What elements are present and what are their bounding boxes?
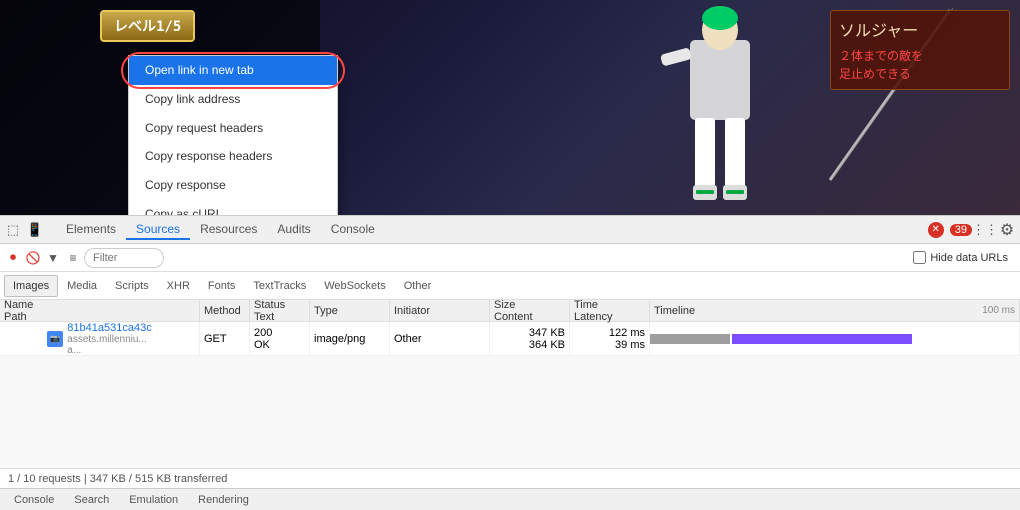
- col-name[interactable]: NamePath: [0, 300, 200, 321]
- soldier-card: ソルジャー ２体までの敵を 足止めできる: [830, 10, 1010, 90]
- timeline-scale: 100 ms: [982, 305, 1015, 316]
- cell-timeline: [650, 322, 1020, 355]
- hide-urls-label: Hide data URLs: [930, 252, 1008, 264]
- filter-tabs: Images Media Scripts XHR Fonts TextTrack…: [0, 272, 1020, 300]
- status-code: 200: [254, 327, 305, 339]
- context-menu-copy-link[interactable]: Copy link address: [129, 85, 337, 114]
- filter-other[interactable]: Other: [395, 275, 441, 297]
- cell-time: 122 ms 39 ms: [570, 322, 650, 355]
- devtools-panel: ⬚ 📱 Elements Sources Resources Audits Co…: [0, 215, 1020, 510]
- tab-sources[interactable]: Sources: [126, 220, 190, 240]
- context-menu-copy-resp-headers[interactable]: Copy response headers: [129, 142, 337, 171]
- col-size[interactable]: SizeContent: [490, 300, 570, 321]
- latency-value: 39 ms: [574, 339, 645, 351]
- filter-media[interactable]: Media: [58, 275, 106, 297]
- dock-icon[interactable]: ⋮⋮: [976, 221, 994, 239]
- filter-images[interactable]: Images: [4, 275, 58, 297]
- network-toolbar: ⏺ 🚫 ▼ ≡ Hide data URLs: [0, 244, 1020, 272]
- search-input[interactable]: [84, 248, 164, 268]
- filter-scripts[interactable]: Scripts: [106, 275, 158, 297]
- devtools-toolbar: ⬚ 📱 Elements Sources Resources Audits Co…: [0, 216, 1020, 244]
- hide-urls-section: Hide data URLs: [913, 251, 1008, 264]
- file-path: assets.millenniu...: [67, 334, 151, 345]
- status-text: 1 / 10 requests | 347 KB / 515 KB transf…: [8, 473, 227, 485]
- error-count-badge: 39: [950, 224, 972, 236]
- tab-console[interactable]: Console: [321, 220, 385, 240]
- filter-fonts[interactable]: Fonts: [199, 275, 245, 297]
- col-time[interactable]: TimeLatency: [570, 300, 650, 321]
- time-value: 122 ms: [574, 327, 645, 339]
- bottom-tab-rendering[interactable]: Rendering: [188, 492, 259, 508]
- col-method[interactable]: Method: [200, 300, 250, 321]
- tab-elements[interactable]: Elements: [56, 220, 126, 240]
- context-menu-copy-response[interactable]: Copy response: [129, 171, 337, 200]
- file-extra: a...: [67, 345, 151, 356]
- context-menu-open-new-tab[interactable]: Open link in new tab: [129, 56, 337, 85]
- filter-texttracks[interactable]: TextTracks: [244, 275, 315, 297]
- filter-websockets[interactable]: WebSockets: [315, 275, 395, 297]
- context-menu: Open link in new tab Copy link address C…: [128, 55, 338, 215]
- content-value: 364 KB: [494, 339, 565, 351]
- soldier-desc: ２体までの敵を 足止めできる: [839, 47, 1001, 83]
- settings-icon[interactable]: ⚙: [998, 221, 1016, 239]
- mobile-icon[interactable]: 📱: [26, 221, 44, 239]
- cell-initiator: Other: [390, 322, 490, 355]
- col-status[interactable]: StatusText: [250, 300, 310, 321]
- timeline-waiting-bar: [650, 334, 730, 344]
- col-type[interactable]: Type: [310, 300, 390, 321]
- clear-button[interactable]: 🚫: [24, 249, 42, 267]
- level-badge: レベル1/5: [100, 10, 195, 42]
- timeline-receiving-bar: [732, 334, 912, 344]
- error-indicator: ✕: [928, 222, 944, 238]
- record-button[interactable]: ⏺: [4, 249, 22, 267]
- cell-status: 200 OK: [250, 322, 310, 355]
- bottom-tab-emulation[interactable]: Emulation: [119, 492, 188, 508]
- table-row[interactable]: 📷 81b41a531ca43c assets.millenniu... a..…: [0, 322, 1020, 356]
- file-icon: 📷: [47, 331, 63, 347]
- hide-urls-checkbox[interactable]: [913, 251, 926, 264]
- tab-resources[interactable]: Resources: [190, 220, 267, 240]
- status-bar: 1 / 10 requests | 347 KB / 515 KB transf…: [0, 468, 1020, 488]
- cell-size: 347 KB 364 KB: [490, 322, 570, 355]
- bottom-tab-search[interactable]: Search: [64, 492, 119, 508]
- filter-icon[interactable]: ▼: [44, 249, 62, 267]
- cell-type: image/png: [310, 322, 390, 355]
- soldier-title: ソルジャー: [839, 17, 1001, 41]
- status-text: OK: [254, 339, 305, 351]
- devtools-tabs: Elements Sources Resources Audits Consol…: [56, 220, 385, 240]
- bottom-tab-console[interactable]: Console: [4, 492, 64, 508]
- col-initiator[interactable]: Initiator: [390, 300, 490, 321]
- filter-xhr[interactable]: XHR: [158, 275, 199, 297]
- col-timeline[interactable]: Timeline 100 ms: [650, 300, 1020, 321]
- bottom-tabs: Console Search Emulation Rendering: [0, 488, 1020, 510]
- inspect-icon[interactable]: ⬚: [4, 221, 22, 239]
- table-header: NamePath Method StatusText Type Initiato…: [0, 300, 1020, 322]
- context-menu-copy-curl[interactable]: Copy as cURL: [129, 200, 337, 215]
- cell-name: 📷 81b41a531ca43c assets.millenniu... a..…: [0, 322, 200, 355]
- context-menu-copy-req-headers[interactable]: Copy request headers: [129, 114, 337, 143]
- cell-method: GET: [200, 322, 250, 355]
- game-area: レベル1/5 ソルジャー ２体までの敵を 足止めできる Open link: [0, 0, 1020, 215]
- tab-audits[interactable]: Audits: [267, 220, 320, 240]
- size-value: 347 KB: [494, 327, 565, 339]
- list-icon[interactable]: ≡: [64, 249, 82, 267]
- file-name[interactable]: 81b41a531ca43c: [67, 322, 151, 334]
